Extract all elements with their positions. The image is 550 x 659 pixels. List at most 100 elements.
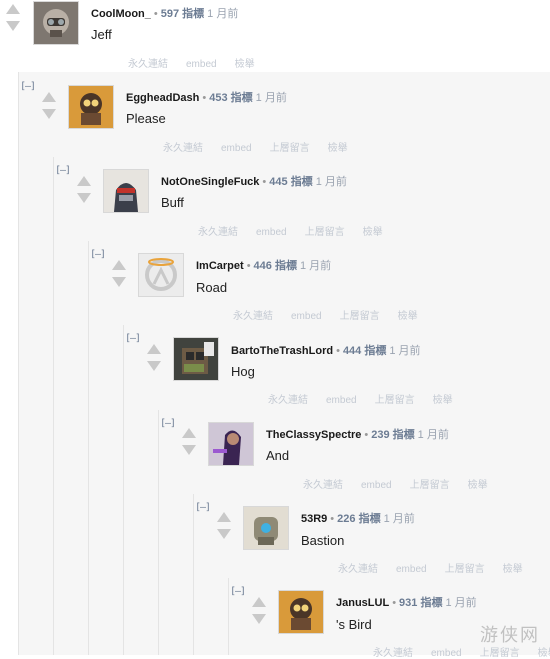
permalink-link[interactable]: 永久連結 [268,395,308,406]
score-unit: 指標 [274,260,297,272]
permalink-link[interactable]: 永久連結 [233,311,273,322]
score-value: 453 [209,92,228,104]
score-unit: 指標 [364,345,387,357]
report-link[interactable]: 檢舉 [503,564,523,575]
vote-controls [77,176,91,206]
parent-link[interactable]: 上層留言 [445,564,485,575]
comment-meta: ImCarpet • 446 指標 1 月前 [196,257,331,273]
report-link[interactable]: 檢舉 [328,143,348,154]
permalink-link[interactable]: 永久連結 [163,143,203,154]
roadhog-avatar-icon[interactable] [33,1,79,45]
comment-body: Buff [161,195,184,210]
vote-controls [112,260,126,290]
author-link[interactable]: TheClassySpectre [266,429,361,441]
comment-body: And [266,448,290,463]
report-link[interactable]: 檢舉 [468,480,488,491]
site-watermark: 游侠网 [480,625,540,646]
embed-link[interactable]: embed [256,227,287,238]
embed-link[interactable]: embed [186,59,217,70]
parent-link[interactable]: 上層留言 [480,648,520,659]
collapse-toggle[interactable]: [–] [55,165,71,176]
author-link[interactable]: BartoTheTrashLord [231,345,333,357]
downvote-arrow-icon[interactable] [77,193,91,203]
upvote-arrow-icon[interactable] [77,176,91,186]
comment-meta: JanusLUL • 931 指標 1 月前 [336,594,477,610]
timestamp: 1 月前 [389,345,421,357]
embed-link[interactable]: embed [221,143,252,154]
comment-actions: 永久連結 embed 上層留言 檢舉 [198,223,401,238]
vote-controls [42,92,56,122]
score-value: 445 [269,176,288,188]
parent-link[interactable]: 上層留言 [375,395,415,406]
permalink-link[interactable]: 永久連結 [373,648,413,659]
permalink-link[interactable]: 永久連結 [303,480,343,491]
score-value: 226 [337,513,356,525]
upvote-arrow-icon[interactable] [6,4,20,14]
downvote-arrow-icon[interactable] [6,21,20,31]
comment-body: Hog [231,364,255,379]
parent-link[interactable]: 上層留言 [270,143,310,154]
score-unit: 指標 [420,597,443,609]
collapse-toggle[interactable]: [–] [90,249,106,260]
collapse-toggle[interactable]: [–] [20,81,36,92]
parent-link[interactable]: 上層留言 [340,311,380,322]
comment-meta: TheClassySpectre • 239 指標 1 月前 [266,426,449,442]
downvote-arrow-icon[interactable] [112,277,126,287]
upvote-arrow-icon[interactable] [147,344,161,354]
report-link[interactable]: 檢舉 [363,227,383,238]
author-link[interactable]: ImCarpet [196,260,244,272]
overwatch-logo-icon[interactable] [138,253,184,297]
embed-link[interactable]: embed [326,395,357,406]
report-link[interactable]: 檢舉 [398,311,418,322]
embed-link[interactable]: embed [396,564,427,575]
comment-body: Jeff [91,27,112,42]
comment-meta: NotOneSingleFuck • 445 指標 1 月前 [161,173,347,189]
permalink-link[interactable]: 永久連結 [198,227,238,238]
upvote-arrow-icon[interactable] [217,512,231,522]
soldier-avatar-icon[interactable] [103,169,149,213]
parent-link[interactable]: 上層留言 [305,227,345,238]
downvote-arrow-icon[interactable] [147,361,161,371]
author-link[interactable]: EggheadDash [126,92,199,104]
collapse-toggle[interactable]: [–] [160,418,176,429]
downvote-arrow-icon[interactable] [252,614,266,624]
junkrat-avatar-icon[interactable] [278,590,324,634]
embed-link[interactable]: embed [361,480,392,491]
sombra-avatar-icon[interactable] [208,422,254,466]
permalink-link[interactable]: 永久連結 [338,564,378,575]
timestamp: 1 月前 [315,176,347,188]
downvote-arrow-icon[interactable] [42,109,56,119]
embed-link[interactable]: embed [291,311,322,322]
collapse-toggle[interactable]: [–] [125,333,141,344]
upvote-arrow-icon[interactable] [112,260,126,270]
separator-dot: • [364,429,369,441]
author-link[interactable]: 53R9 [301,513,327,525]
downvote-arrow-icon[interactable] [182,445,196,455]
comment-body: 's Bird [336,617,372,632]
collapse-toggle[interactable]: [–] [230,586,246,597]
parent-link[interactable]: 上層留言 [410,480,450,491]
downvote-arrow-icon[interactable] [217,529,231,539]
upvote-arrow-icon[interactable] [252,597,266,607]
upvote-arrow-icon[interactable] [182,428,196,438]
permalink-link[interactable]: 永久連結 [128,59,168,70]
embed-link[interactable]: embed [431,648,462,659]
author-link[interactable]: CoolMoon_ [91,8,151,20]
score-unit: 指標 [358,513,381,525]
report-link[interactable]: 檢舉 [433,395,453,406]
junkrat-avatar-icon[interactable] [68,85,114,129]
score-unit: 指標 [290,176,313,188]
comment-meta: BartoTheTrashLord • 444 指標 1 月前 [231,342,421,358]
report-link[interactable]: 檢舉 [538,648,550,659]
comment-actions: 永久連結 embed 檢舉 [128,55,273,70]
separator-dot: • [336,345,340,357]
author-link[interactable]: NotOneSingleFuck [161,176,259,188]
vote-controls [182,428,196,458]
upvote-arrow-icon[interactable] [42,92,56,102]
bastion-avatar-icon[interactable] [243,506,289,550]
report-link[interactable]: 檢舉 [235,59,255,70]
collapse-toggle[interactable]: [–] [195,502,211,513]
comment-actions: 永久連結 embed 上層留言 檢舉 [268,391,471,406]
pixel-roadhog-avatar-icon[interactable] [173,337,219,381]
author-link[interactable]: JanusLUL [336,597,389,609]
